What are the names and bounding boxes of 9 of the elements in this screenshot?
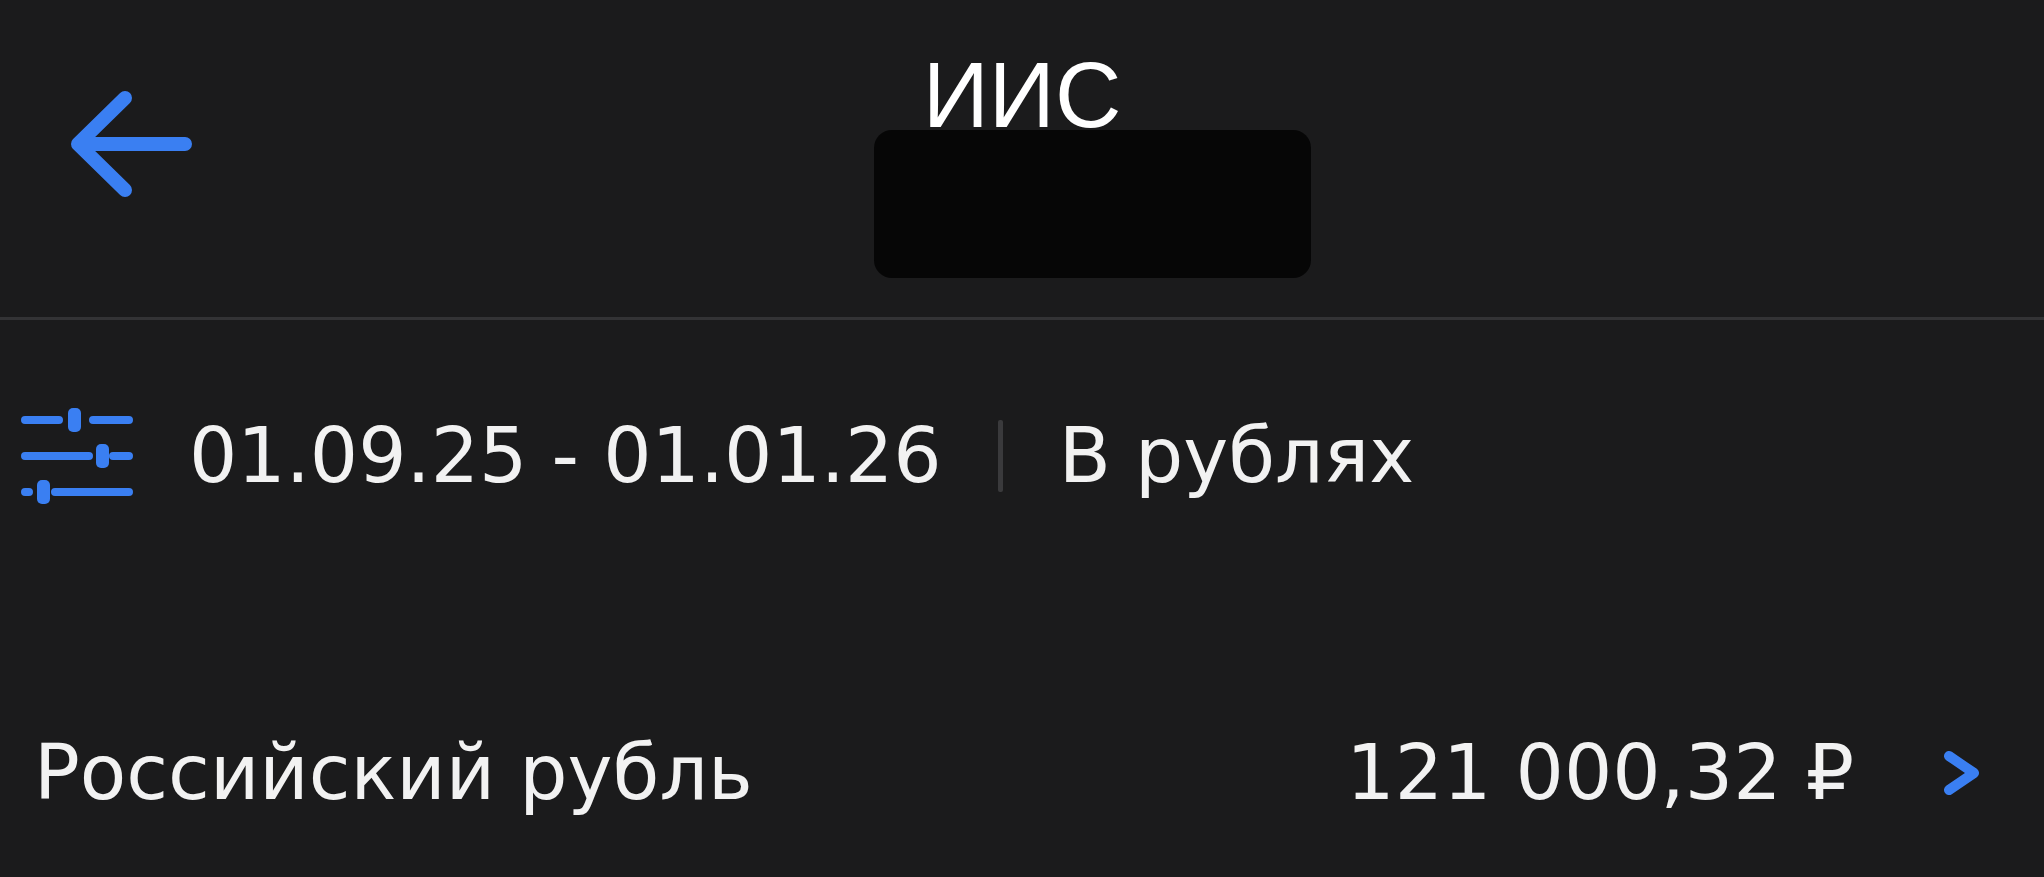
sliders-icon[interactable] xyxy=(21,406,133,506)
back-arrow-icon xyxy=(68,91,192,197)
screen-title: ИИС xyxy=(922,47,1122,143)
chevron-right-icon[interactable] xyxy=(1942,749,1982,797)
currency-filter[interactable]: В рублях xyxy=(1058,411,1415,501)
account-amount: 121 000,32 ₽ xyxy=(1346,728,1854,818)
date-range-filter[interactable]: 01.09.25 - 01.01.26 xyxy=(189,411,942,501)
back-button[interactable] xyxy=(68,91,192,197)
account-name: Российский рубль xyxy=(34,728,754,818)
